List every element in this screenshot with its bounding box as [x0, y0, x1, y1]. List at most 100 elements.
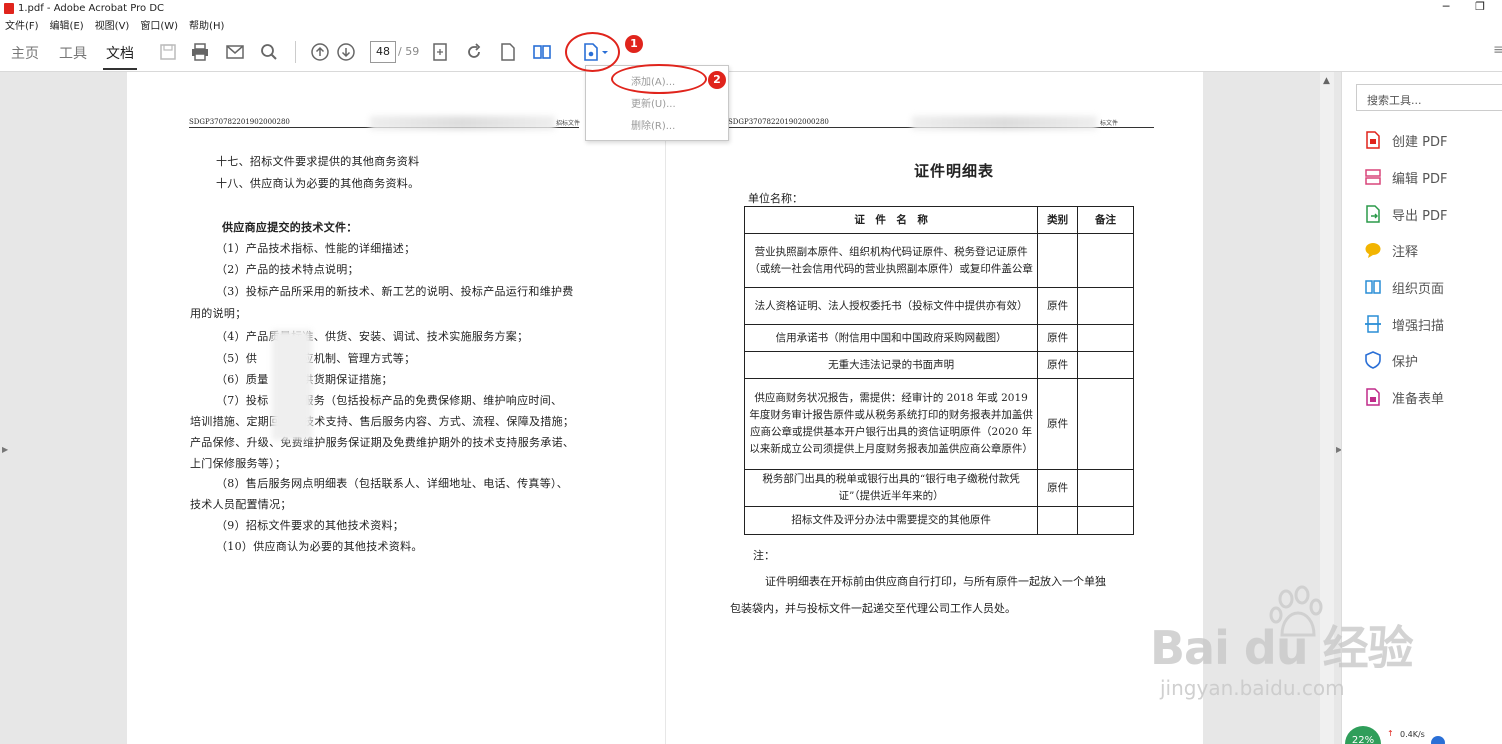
- page-left: [127, 72, 665, 744]
- tool-label: 创建 PDF: [1392, 134, 1448, 150]
- search-tools-input[interactable]: 搜索工具...: [1356, 84, 1502, 111]
- search-icon[interactable]: [259, 42, 279, 62]
- column-header-name: 证 件 名 称: [743, 206, 1039, 234]
- status-dot-icon: [1431, 736, 1445, 744]
- page-up-icon[interactable]: [310, 42, 330, 62]
- menu-file[interactable]: 文件(F): [5, 17, 39, 32]
- scroll-up-icon[interactable]: ▲: [1323, 76, 1330, 86]
- cell-type: 原件: [1037, 287, 1079, 325]
- text-line: 十八、供应商认为必要的其他商务资料。: [216, 177, 420, 190]
- step-badge-1: 1: [625, 35, 643, 53]
- doc-code: SDGP370782201902000280: [189, 118, 290, 126]
- column-header-remark: 备注: [1077, 206, 1134, 234]
- table-row: 税务部门出具的税单或银行出具的“银行电子缴税付款凭证”（提供近半年来的） 原件: [743, 469, 1134, 507]
- text-line: 十七、招标文件要求提供的其他商务资料: [216, 155, 420, 168]
- tool-enhance-scan[interactable]: 增强扫描: [1364, 313, 1444, 335]
- speed-percent: 22%: [1345, 726, 1381, 744]
- active-tab-indicator: [103, 68, 137, 70]
- certificate-table: 证 件 名 称 类别 备注 营业执照副本原件、组织机构代码证原件、税务登记证原件…: [743, 206, 1134, 535]
- text-line: （1）产品技术指标、性能的详细描述；: [216, 242, 416, 255]
- window-title: 1.pdf - Adobe Acrobat Pro DC: [18, 2, 165, 14]
- menu-edit[interactable]: 编辑(E): [50, 17, 84, 32]
- fit-page-icon[interactable]: [430, 42, 450, 62]
- cell-name: 招标文件及评分办法中需要提交的其他原件: [743, 506, 1039, 535]
- table-row: 无重大违法记录的书面声明 原件: [743, 351, 1134, 379]
- step-badge-2: 2: [708, 71, 726, 89]
- cell-type: 原件: [1037, 378, 1079, 470]
- baidu-watermark: Bai du 经验: [1150, 621, 1414, 675]
- tool-comment[interactable]: 注释: [1364, 239, 1418, 261]
- tab-document[interactable]: 文档: [106, 43, 134, 63]
- protect-icon: [1364, 351, 1382, 369]
- page-down-icon[interactable]: [336, 42, 356, 62]
- cell-type: 原件: [1037, 351, 1079, 379]
- menu-item-delete[interactable]: 删除(R)...: [631, 117, 675, 132]
- text-line: （8）售后服务网点明细表（包括联系人、详细地址、电话、传真等）、: [216, 477, 569, 490]
- header-tail: 招标文件: [556, 120, 581, 127]
- comment-icon: [1364, 241, 1382, 259]
- export-pdf-icon: [1364, 205, 1382, 223]
- email-icon[interactable]: [225, 42, 245, 62]
- note-label: 注：: [753, 549, 775, 562]
- text-line: 上门保修服务等）；: [190, 457, 287, 470]
- cell-type: 原件: [1037, 469, 1079, 507]
- cell-remark: [1077, 506, 1134, 535]
- create-pdf-icon: [1364, 131, 1382, 149]
- text-line: （2）产品的技术特点说明；: [216, 263, 359, 276]
- prepare-form-icon: [1364, 388, 1382, 406]
- acrobat-icon: [4, 2, 14, 14]
- network-speed-widget[interactable]: 22% ↑ 0.4K/s: [1345, 726, 1445, 744]
- table-row: 法人资格证明、法人授权委托书（投标文件中提供亦有效） 原件: [743, 287, 1134, 325]
- tool-protect[interactable]: 保护: [1364, 349, 1418, 371]
- menu-window[interactable]: 窗口(W): [140, 17, 178, 32]
- cell-name: 营业执照副本原件、组织机构代码证原件、税务登记证原件（或统一社会信用代码的营业执…: [743, 233, 1039, 288]
- cell-remark: [1077, 324, 1134, 352]
- restore-button[interactable]: ❐: [1466, 0, 1494, 16]
- organize-pages-icon: [1364, 278, 1382, 296]
- tool-prepare-form[interactable]: 准备表单: [1364, 386, 1444, 408]
- save-icon[interactable]: [158, 42, 178, 62]
- menu-item-update[interactable]: 更新(U)...: [631, 95, 676, 110]
- baidu-watermark-url: jingyan.baidu.com: [1160, 676, 1345, 700]
- cell-type: 原件: [1037, 324, 1079, 352]
- cell-name: 供应商财务状况报告，需提供：经审计的 2018 年或 2019 年度财务审计报告…: [743, 378, 1039, 470]
- cell-remark: [1077, 378, 1134, 470]
- text-line: （3）投标产品所采用的新技术、新工艺的说明、投标产品运行和维护费: [216, 285, 574, 298]
- cell-name: 法人资格证明、法人授权委托书（投标文件中提供亦有效）: [743, 287, 1039, 325]
- highlight-ring-2: [611, 64, 707, 94]
- cell-remark: [1077, 351, 1134, 379]
- cell-type: [1037, 233, 1079, 288]
- left-panel-toggle-icon[interactable]: ▶: [2, 445, 8, 454]
- section-heading: 供应商应提交的技术文件：: [222, 221, 358, 234]
- upload-arrow-icon: ↑: [1387, 729, 1394, 738]
- tool-label: 注释: [1392, 244, 1419, 260]
- rotate-icon[interactable]: [464, 42, 484, 62]
- note-text: 包装袋内，并与投标文件一起递交至代理公司工作人员处。: [730, 602, 1016, 615]
- menu-help[interactable]: 帮助(H): [189, 17, 224, 32]
- panel-toggle-icon[interactable]: ≡: [1493, 42, 1502, 58]
- cell-type: [1037, 506, 1079, 535]
- table-row: 供应商财务状况报告，需提供：经审计的 2018 年或 2019 年度财务审计报告…: [743, 378, 1134, 470]
- menu-view[interactable]: 视图(V): [95, 17, 130, 32]
- print-icon[interactable]: [190, 42, 210, 62]
- text-line: 产品保修、升级、免费维护服务保证期及免费维护期外的技术支持服务承诺、: [190, 436, 575, 449]
- tool-create-pdf[interactable]: 创建 PDF: [1364, 129, 1447, 151]
- tool-export-pdf[interactable]: 导出 PDF: [1364, 203, 1447, 225]
- tab-tools[interactable]: 工具: [59, 43, 87, 63]
- minimize-button[interactable]: ─: [1432, 0, 1460, 16]
- redacted-area: [272, 330, 312, 440]
- document-viewport[interactable]: [0, 72, 1341, 744]
- two-page-icon[interactable]: [532, 42, 552, 62]
- page-number-input[interactable]: 48: [370, 41, 396, 63]
- tool-organize-pages[interactable]: 组织页面: [1364, 276, 1444, 298]
- tool-label: 准备表单: [1392, 391, 1445, 407]
- cell-name: 税务部门出具的税单或银行出具的“银行电子缴税付款凭证”（提供近半年来的）: [743, 469, 1039, 507]
- tool-edit-pdf[interactable]: 编辑 PDF: [1364, 166, 1447, 188]
- tool-label: 增强扫描: [1392, 318, 1445, 334]
- tab-home[interactable]: 主页: [11, 43, 39, 63]
- text-line: （10）供应商认为必要的其他技术资料。: [216, 540, 423, 553]
- redacted-area: [912, 116, 1097, 130]
- page-total: / 59: [398, 45, 420, 58]
- single-page-icon[interactable]: [498, 42, 518, 62]
- note-text: 证件明细表在开标前由供应商自行打印，与所有原件一起放入一个单独: [765, 575, 1106, 588]
